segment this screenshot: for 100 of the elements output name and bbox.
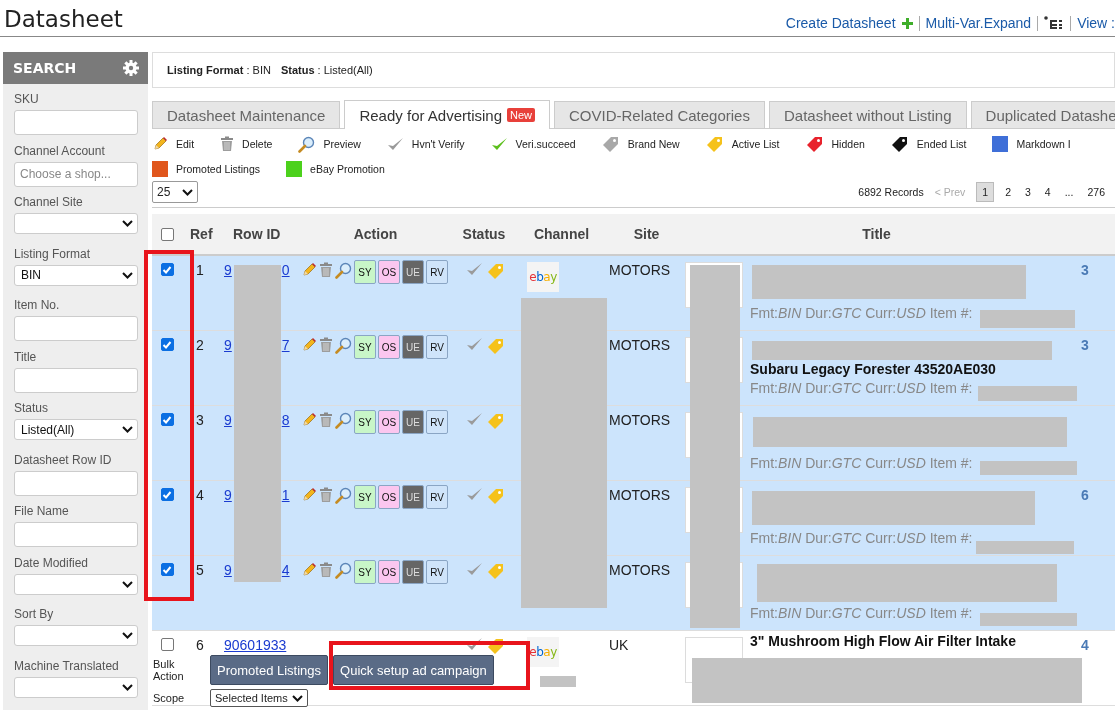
row-id-link[interactable]: 90601933 — [224, 637, 287, 653]
action-button[interactable]: OS — [378, 485, 400, 509]
action-button[interactable]: SY — [354, 335, 376, 359]
listing-title: 3" Mushroom High Flow Air Filter Intake — [750, 633, 1016, 649]
tab[interactable]: Duplicated Datashe — [970, 101, 1115, 128]
action-button[interactable]: SY — [354, 260, 376, 284]
quantity: 6 — [1080, 487, 1089, 503]
action-button[interactable]: OS — [378, 560, 400, 584]
channel-logo: ebay — [527, 262, 559, 292]
page-link[interactable]: ... — [1061, 182, 1077, 202]
legend-label: Active List — [731, 138, 780, 150]
row-id-link[interactable]: 7 — [281, 337, 290, 353]
page-link[interactable]: 4 — [1041, 182, 1054, 202]
legend-label: Brand New — [627, 138, 680, 150]
page-size-select[interactable]: 25 — [152, 181, 198, 203]
column-header: Site — [632, 226, 661, 242]
row-id-link[interactable]: 9 — [224, 337, 232, 353]
legend-label: Preview — [323, 138, 361, 150]
tab[interactable]: Datasheet without Listing — [768, 101, 967, 128]
column-header: Action — [352, 226, 399, 242]
quantity: 3 — [1080, 262, 1089, 278]
action-button[interactable]: SY — [354, 485, 376, 509]
field-label: Item No. — [14, 298, 61, 314]
page-link[interactable]: 3 — [1022, 182, 1034, 202]
legend-label: Promoted Listings — [176, 163, 261, 175]
field-label: File Name — [14, 504, 70, 520]
column-header: Ref — [189, 226, 212, 242]
action-button[interactable]: RV — [426, 260, 448, 284]
row-id-link[interactable]: 9 — [224, 487, 232, 503]
action-button[interactable]: RV — [426, 560, 448, 584]
header-link[interactable]: Multi-Var.Expand — [925, 15, 1032, 31]
row-id-link[interactable]: 0 — [281, 262, 290, 278]
row-id-link[interactable]: 4 — [281, 562, 290, 578]
header-link[interactable]: View : — [1077, 15, 1115, 31]
listing-meta: Fmt:BIN Dur:GTC Curr:USD Item #: — [750, 305, 973, 321]
legend-label: Delete — [242, 138, 273, 150]
legend-label: Edit — [176, 138, 195, 150]
row-id-link[interactable]: 9 — [224, 412, 232, 428]
dropdown-field[interactable]: Listed(All) — [14, 419, 138, 440]
row-id-link[interactable]: 1 — [281, 487, 290, 503]
row-id-link[interactable]: 8 — [281, 412, 290, 428]
action-button[interactable]: UE — [402, 335, 424, 359]
listing-meta: Fmt:BIN Dur:GTC Curr:USD Item #: — [750, 455, 973, 471]
quantity: 4 — [1080, 637, 1089, 653]
action-button[interactable]: RV — [426, 410, 448, 434]
listing-meta: Fmt:BIN Dur:GTC Curr:USD Item #: — [750, 380, 973, 396]
tab[interactable]: Ready for Advertising New — [344, 100, 551, 129]
create-datasheet-link[interactable]: Create Datasheet — [785, 15, 896, 31]
field-label: Datasheet Row ID — [14, 452, 113, 469]
action-button[interactable]: SY — [354, 410, 376, 434]
listing-meta: Fmt:BIN Dur:GTC Curr:USD Item #: — [750, 530, 973, 546]
legend-label: Hvn't Verify — [411, 138, 465, 150]
text-field[interactable]: Choose a shop... — [14, 161, 138, 187]
bulk-action-button[interactable]: Quick setup ad campaign — [333, 655, 494, 685]
action-button[interactable]: UE — [402, 485, 424, 509]
field-label: Date Modified — [14, 555, 90, 572]
filter-summary: Listing Format : BIN — [167, 64, 271, 76]
ref-number: 3 — [196, 412, 204, 428]
field-label: Listing Format — [14, 246, 92, 263]
row-id-link[interactable]: 9 — [224, 262, 232, 278]
site-text: MOTORS — [609, 337, 671, 353]
field-label: Sort By — [14, 607, 55, 623]
column-header: Row ID — [232, 226, 282, 242]
action-button[interactable]: OS — [378, 335, 400, 359]
site-text: MOTORS — [609, 412, 671, 428]
field-label: Channel Site — [14, 195, 84, 211]
action-button[interactable]: SY — [354, 560, 376, 584]
page-link[interactable]: 1 — [976, 182, 995, 202]
field-label: Machine Translated — [14, 658, 120, 675]
field-label: Title — [14, 349, 38, 366]
legend-label: Ended List — [916, 138, 967, 150]
action-button[interactable]: OS — [378, 260, 400, 284]
field-label: Channel Account — [14, 143, 106, 160]
legend-label: Veri.succeed — [515, 138, 576, 150]
field-label: SKU — [14, 92, 40, 108]
scope-select[interactable]: Selected Items — [210, 689, 308, 707]
site-text: MOTORS — [609, 487, 671, 503]
ref-number: 2 — [196, 337, 204, 353]
page-link[interactable]: 2 — [1002, 182, 1014, 202]
site-text: UK — [609, 637, 629, 653]
listing-meta: Fmt:BIN Dur:GTC Curr:USD Item #: — [750, 605, 973, 621]
action-button[interactable]: UE — [402, 560, 424, 584]
tab[interactable]: Datasheet Maintenance — [152, 101, 341, 128]
search-title: SEARCH — [13, 60, 77, 76]
tab[interactable]: COVID-Related Categories — [554, 101, 765, 128]
action-button[interactable]: RV — [426, 485, 448, 509]
bulk-action-button[interactable]: Promoted Listings — [210, 655, 329, 685]
legend-label: eBay Promotion — [310, 163, 385, 175]
scope-label: Scope — [153, 692, 186, 704]
action-button[interactable]: RV — [426, 335, 448, 359]
dropdown-field[interactable]: BIN — [14, 264, 138, 286]
row-id-link[interactable]: 9 — [224, 562, 232, 578]
page-link[interactable]: 276 — [1084, 182, 1108, 202]
site-text: MOTORS — [609, 562, 671, 578]
action-button[interactable]: UE — [402, 260, 424, 284]
column-header: Channel — [532, 226, 591, 242]
action-button[interactable]: UE — [402, 410, 424, 434]
quantity: 3 — [1080, 337, 1089, 353]
column-header: Title — [861, 226, 892, 242]
action-button[interactable]: OS — [378, 410, 400, 434]
